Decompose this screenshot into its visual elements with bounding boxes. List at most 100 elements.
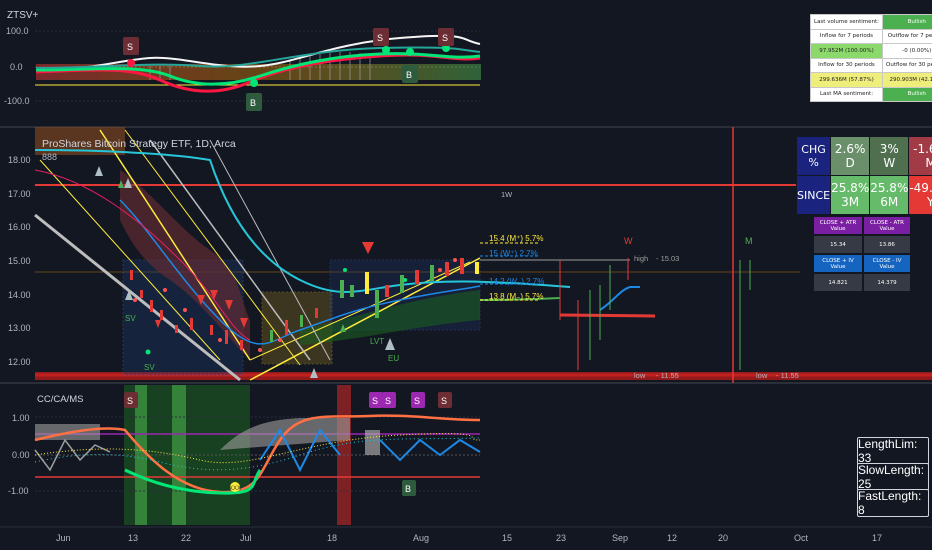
chg-cell: 2.6% D xyxy=(830,136,871,176)
atr-iv-table: CLOSE + ATR Value CLOSE - ATR Value 15.3… xyxy=(812,215,912,293)
top-signal-tag: S xyxy=(438,28,454,46)
sentiment-cell: Bullish xyxy=(882,86,932,102)
since-cell: 25.8% 6M xyxy=(869,175,910,215)
atr-minus-label: CLOSE - ATR Value xyxy=(864,217,910,234)
bottom-signal-tag: S xyxy=(124,392,138,408)
x-tick: Sep xyxy=(612,533,628,543)
svg-text:B: B xyxy=(250,98,256,108)
atr-plus-value: 15.34 xyxy=(814,236,863,253)
svg-text:S: S xyxy=(385,396,391,406)
top-signal-tag: B xyxy=(402,65,418,83)
label-eu: EU xyxy=(388,354,399,363)
main-y-tick: 18.00 xyxy=(8,155,31,165)
sentiment-cell: Last MA sentiment: xyxy=(810,86,883,102)
top-y-tick: -100.0 xyxy=(4,96,30,106)
x-tick: 18 xyxy=(327,533,337,543)
x-tick: 17 xyxy=(872,533,882,543)
svg-text:S: S xyxy=(372,396,378,406)
svg-text:S: S xyxy=(377,33,383,43)
label-low-value: - 11.55 xyxy=(776,371,799,380)
chart-surface[interactable]: ZTSV+ 100.0 0.0 -100.0 S S S B B ProShar… xyxy=(0,0,932,550)
sentiment-cell: 97.952M (100.00%) xyxy=(810,43,883,59)
atr-minus-value: 13.86 xyxy=(864,236,910,253)
symbol-subtitle: 888 xyxy=(42,152,57,162)
iv-minus-value: 14.379 xyxy=(864,274,910,291)
label-low: low xyxy=(756,371,768,380)
label-m: M xyxy=(745,236,753,246)
sentiment-cell: Inflow for 7 periods xyxy=(810,28,883,44)
since-cell: -49.5% Y xyxy=(908,175,932,215)
svg-text:S: S xyxy=(127,396,133,406)
bottom-y-tick: -1.00 xyxy=(8,486,29,496)
label-high: high xyxy=(634,254,648,263)
bottom-signal-tag: S xyxy=(438,392,452,408)
sentiment-cell: 299.636M (57.87%) xyxy=(810,72,883,88)
top-panel-title: ZTSV+ xyxy=(7,10,39,21)
top-signal-tag: S xyxy=(373,28,389,46)
top-y-tick: 0.0 xyxy=(10,62,23,72)
x-tick: 20 xyxy=(718,533,728,543)
slow-length-box: SlowLength: 25 xyxy=(857,463,929,491)
iv-plus-value: 14.821 xyxy=(814,274,863,291)
x-tick: Oct xyxy=(794,533,809,543)
bottom-y-tick: 0.00 xyxy=(12,450,30,460)
svg-text:S: S xyxy=(442,33,448,43)
sentiment-cell: Outflow for 30 periods xyxy=(882,57,932,73)
x-tick: 23 xyxy=(556,533,566,543)
main-y-tick: 16.00 xyxy=(8,222,31,232)
atr-plus-label: CLOSE + ATR Value xyxy=(814,217,863,234)
since-label: SINCE xyxy=(795,175,832,215)
change-table: CHG % 2.6% D 3% W -1.6% M SINCE 25.8% 3M… xyxy=(795,136,932,215)
bottom-signal-tag: S xyxy=(369,392,383,408)
level-m-plus: 15.4 (M⁺) 5.7% xyxy=(489,234,543,243)
x-tick: 22 xyxy=(181,533,191,543)
label-1w: 1W xyxy=(501,190,513,199)
sentiment-cell: 290.903M (42.13%) xyxy=(882,72,932,88)
x-tick: 12 xyxy=(667,533,677,543)
label-lvt: LVT xyxy=(370,337,384,346)
label-sv: SV xyxy=(125,314,136,323)
top-y-tick: 100.0 xyxy=(6,26,29,36)
bottom-signal-tag: B xyxy=(402,480,416,496)
main-y-tick: 15.00 xyxy=(8,256,31,266)
label-low-value: - 11.55 xyxy=(656,371,679,380)
svg-text:S: S xyxy=(414,396,420,406)
bottom-y-tick: 1.00 xyxy=(12,413,30,423)
since-cell: 25.8% 3M xyxy=(830,175,871,215)
sentiment-table: Last volume sentiment: Bullish Inflow fo… xyxy=(810,14,932,102)
label-low: low xyxy=(634,371,646,380)
sentiment-cell: -0 (0.00%) xyxy=(882,43,932,59)
x-tick: Jun xyxy=(56,533,71,543)
main-y-tick: 12.00 xyxy=(8,357,31,367)
iv-minus-label: CLOSE - IV Value xyxy=(864,255,910,272)
x-tick: Aug xyxy=(413,533,429,543)
label-high-value: - 15.03 xyxy=(656,254,679,263)
label-w: W xyxy=(624,236,633,246)
top-signal-tag: B xyxy=(246,93,262,111)
level-w-plus: 15 (W⁺) 2.7% xyxy=(489,249,538,258)
sentiment-cell: Inflow for 30 periods xyxy=(810,57,883,73)
level-m-minus: 13.8 (M₋) 5.7% xyxy=(489,292,543,301)
iv-plus-label: CLOSE + IV Value xyxy=(814,255,863,272)
sentiment-cell: Outflow for 7 periods xyxy=(882,28,932,44)
symbol-title: ProShares Bitcoin Strategy ETF, 1D, Arca xyxy=(42,138,236,150)
label-sv: SV xyxy=(144,363,155,372)
x-tick: 15 xyxy=(502,533,512,543)
top-signal-tag: S xyxy=(123,37,139,55)
main-y-tick: 14.00 xyxy=(8,290,31,300)
level-w-minus: 14.2 (W₋) 2.7% xyxy=(489,277,544,286)
x-tick: Jul xyxy=(240,533,252,543)
bottom-signal-tag: S xyxy=(411,392,425,408)
svg-text:B: B xyxy=(405,484,411,494)
fast-length-box: FastLength: 8 xyxy=(857,489,929,517)
chg-label: CHG % xyxy=(795,136,832,176)
sentiment-cell: Last volume sentiment: xyxy=(810,14,883,30)
main-y-tick: 17.00 xyxy=(8,189,31,199)
main-y-tick: 13.00 xyxy=(8,323,31,333)
x-tick: 13 xyxy=(128,533,138,543)
bottom-signal-tag: S xyxy=(382,392,396,408)
dot-label: XXX xyxy=(229,486,241,492)
chg-cell: 3% W xyxy=(869,136,910,176)
svg-text:S: S xyxy=(441,396,447,406)
length-lim-box: LengthLim: 33 xyxy=(857,437,929,465)
